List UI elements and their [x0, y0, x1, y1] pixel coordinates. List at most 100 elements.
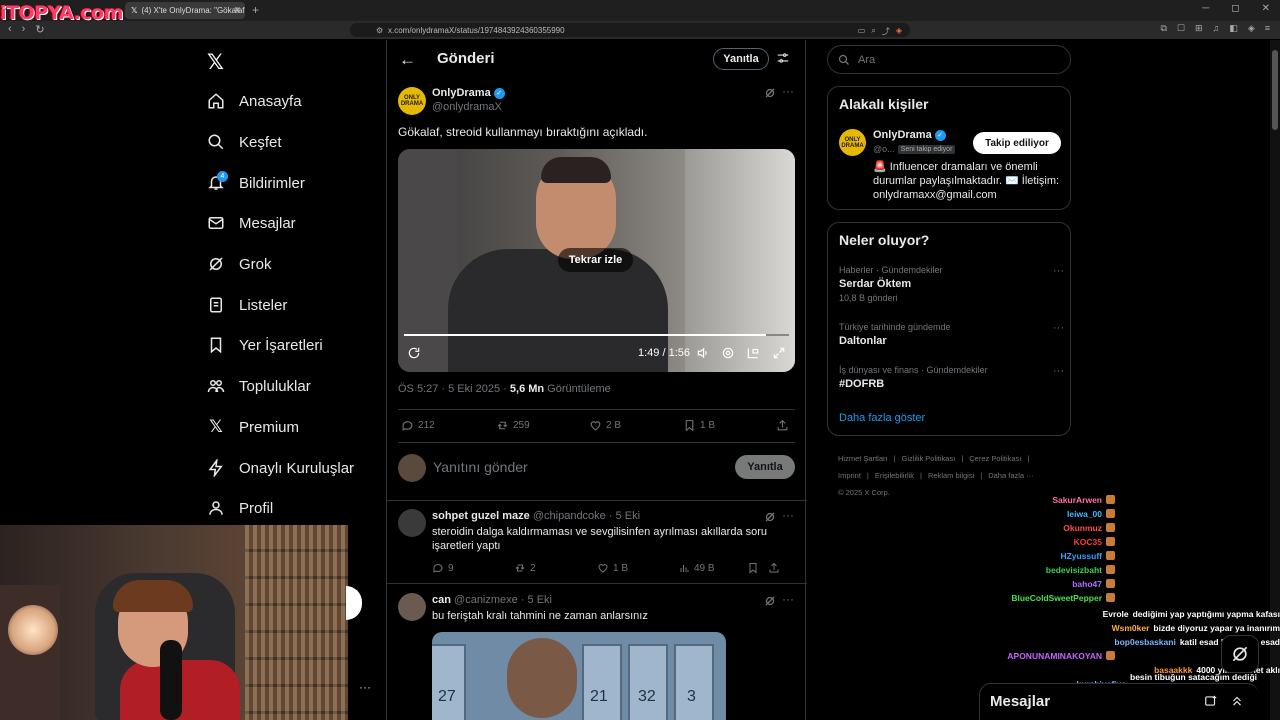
zoom-icon[interactable]: ⌕ [871, 26, 875, 37]
commenter-name[interactable]: can [432, 594, 451, 606]
nav-item-communities[interactable]: Topluluklar [207, 373, 311, 399]
extension-icon[interactable]: ⧉ [1160, 23, 1166, 34]
share-icon[interactable]: ⤴ [882, 26, 890, 37]
views-action[interactable]: 49 B [678, 562, 715, 574]
footer-link[interactable]: Imprint [838, 471, 861, 480]
nav-item-grok[interactable]: Grok [207, 251, 272, 277]
following-button[interactable]: Takip ediliyor [973, 132, 1061, 154]
grok-icon[interactable] [764, 511, 776, 523]
footer-link[interactable]: Gizlilik Politikası [902, 454, 956, 463]
commenter-name[interactable]: sohpet guzel maze [432, 510, 530, 522]
fullscreen-icon[interactable] [772, 346, 786, 360]
author-avatar[interactable]: ONLY DRAMA [398, 87, 426, 115]
grok-floating-button[interactable] [1221, 635, 1259, 673]
like-action[interactable]: 2 B [589, 419, 621, 432]
x-logo-icon[interactable]: 𝕏 [207, 50, 224, 75]
volume-icon[interactable] [696, 346, 710, 360]
video-player[interactable]: Tekrar izle 1:49 / 1:56 [398, 149, 795, 372]
bookmark-action[interactable] [747, 562, 759, 574]
settings-sliders-icon[interactable] [776, 51, 790, 65]
url-field[interactable]: ⚙ x.com/onlydramaX/status/19748439243603… [350, 23, 910, 37]
commenter-handle[interactable]: @canizmexe · 5 Eki [454, 594, 552, 606]
nav-item-home[interactable]: Anasayfa [207, 88, 302, 114]
trend-item[interactable]: İş dünyası ve finans · Gündemdekiler #DO… [839, 365, 1064, 390]
sidebar-icon[interactable]: ◧ [1229, 23, 1238, 34]
more-options-icon[interactable]: ··· [782, 592, 794, 606]
reply-input[interactable]: Yanıtını gönder [433, 459, 528, 475]
reply-submit-button[interactable]: Yanıtla [735, 455, 795, 479]
search-input[interactable]: Ara [827, 45, 1071, 74]
wallet-icon[interactable]: ◈ [1248, 23, 1255, 34]
more-icon[interactable]: ··· [359, 680, 371, 694]
nav-item-messages[interactable]: Mesajlar [207, 210, 296, 236]
reply-action[interactable]: 9 [432, 562, 454, 574]
browser-tab[interactable]: 𝕏 (4) X'te OnlyDrama: "Gökalaf, st... ✕ [125, 2, 245, 19]
related-name[interactable]: OnlyDrama ✓ [873, 129, 946, 141]
back-arrow-icon[interactable]: ← [399, 50, 416, 70]
more-options-icon[interactable]: ··· [782, 508, 794, 522]
scroll-button[interactable] [346, 586, 362, 620]
more-options-icon[interactable]: ··· [1053, 365, 1064, 377]
nav-item-bookmarks[interactable]: Yer İşaretleri [207, 332, 323, 358]
reload-icon[interactable]: ↻ [35, 23, 44, 36]
share-action[interactable] [768, 562, 780, 574]
minimize-icon[interactable]: ─ [1202, 3, 1209, 14]
more-options-icon[interactable]: ··· [1053, 322, 1064, 334]
author-name[interactable]: OnlyDrama ✓ [432, 87, 505, 99]
trend-item[interactable]: Haberler · Gündemdekiler Serdar Öktem 10… [839, 265, 1064, 303]
reply-header-button[interactable]: Yanıtla [713, 48, 769, 70]
current-user-avatar[interactable] [398, 454, 426, 482]
site-info-icon[interactable]: ⚙ [376, 26, 383, 35]
nav-item-profile[interactable]: Profil [207, 495, 273, 521]
picture-in-picture-icon[interactable] [746, 346, 760, 360]
nav-item-lists[interactable]: Listeler [207, 292, 287, 318]
more-options-icon[interactable]: ··· [1053, 265, 1064, 277]
expand-up-icon[interactable] [1230, 694, 1244, 708]
replay-button[interactable]: Tekrar izle [558, 248, 633, 272]
reply-action[interactable]: 212 [401, 419, 435, 432]
related-handle[interactable]: @o... [873, 144, 895, 154]
footer-link[interactable]: Çerez Politikası [969, 454, 1021, 463]
comment-image[interactable]: 27 21 32 3 [432, 632, 726, 720]
nav-item-notifications[interactable]: 4 Bildirimler [207, 170, 305, 196]
related-avatar[interactable]: ONLY DRAMA [839, 129, 866, 156]
replay-icon[interactable] [407, 346, 421, 360]
nav-item-explore[interactable]: Keşfet [207, 129, 282, 155]
extension-icon[interactable]: ☐ [1177, 23, 1185, 34]
commenter-avatar[interactable] [398, 593, 426, 621]
close-window-icon[interactable]: ✕ [1262, 3, 1270, 14]
video-progress-bar[interactable] [404, 334, 789, 336]
maximize-icon[interactable]: ◻ [1231, 3, 1239, 14]
close-tab-icon[interactable]: ✕ [233, 5, 241, 16]
footer-link[interactable]: Hizmet Şartları [838, 454, 888, 463]
messages-drawer[interactable]: Mesajlar [979, 683, 1259, 720]
commenter-avatar[interactable] [398, 509, 426, 537]
footer-link[interactable]: Reklam bilgisi [928, 471, 974, 480]
scrollbar-thumb[interactable] [1272, 50, 1278, 130]
show-more-link[interactable]: Daha fazla göster [839, 412, 925, 424]
grok-icon[interactable] [764, 87, 776, 99]
grok-icon[interactable] [764, 595, 776, 607]
nav-item-verified-orgs[interactable]: Onaylı Kuruluşlar [207, 455, 354, 481]
forward-icon[interactable]: › [22, 23, 26, 36]
new-message-icon[interactable] [1204, 694, 1218, 708]
settings-gear-icon[interactable] [721, 346, 735, 360]
repost-action[interactable]: 259 [496, 419, 530, 432]
more-options-icon[interactable]: ··· [782, 84, 794, 98]
music-icon[interactable]: ♫ [1213, 23, 1220, 34]
share-action[interactable] [776, 419, 789, 432]
reply-tweet[interactable]: sohpet guzel maze @chipandcoke · 5 Eki ·… [387, 501, 807, 583]
menu-icon[interactable]: ≡ [1265, 23, 1270, 34]
author-handle[interactable]: @onlydramaX [432, 101, 502, 113]
post-timestamp[interactable]: ÖS 5:27 · 5 Eki 2025 · [398, 383, 510, 395]
back-icon[interactable]: ‹ [8, 23, 12, 36]
nav-item-premium[interactable]: 𝕏 Premium [207, 414, 299, 440]
extension-icon[interactable]: ⊞ [1195, 23, 1203, 34]
trend-item[interactable]: Türkiye tarihinde gündemde Daltonlar ··· [839, 322, 1064, 347]
commenter-handle[interactable]: @chipandcoke · 5 Eki [533, 510, 640, 522]
screen-icon[interactable]: ▭ [858, 26, 866, 37]
like-action[interactable]: 1 B [597, 562, 628, 574]
shield-icon[interactable]: ◈ [896, 26, 902, 37]
repost-action[interactable]: 2 [514, 562, 536, 574]
bookmark-action[interactable]: 1 B [683, 419, 715, 432]
